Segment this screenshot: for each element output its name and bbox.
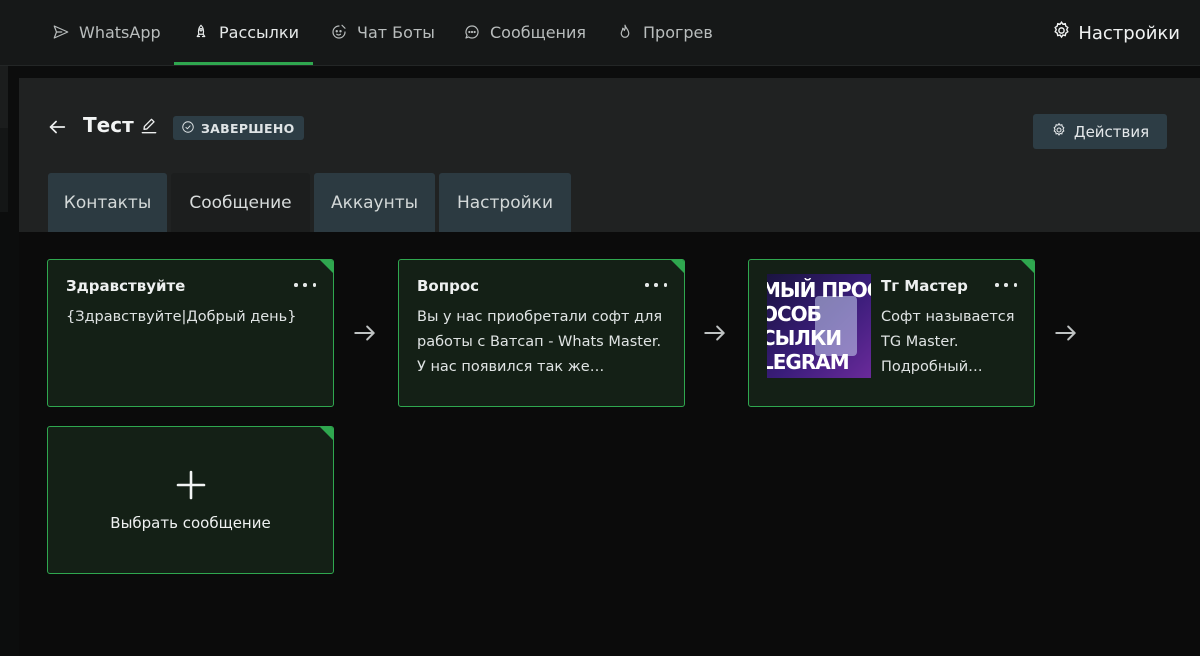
rocket-icon (192, 23, 210, 41)
send-icon (52, 23, 70, 41)
card-corner-marker (320, 427, 333, 440)
status-badge: ЗАВЕРШЕНО (173, 116, 304, 140)
edit-title-button[interactable] (139, 116, 159, 136)
settings-button[interactable]: Настройки (1051, 20, 1180, 46)
nav-item-label: Сообщения (490, 22, 587, 42)
top-navigation: WhatsApp Рассылки Чат Боты Сообщения Про… (0, 0, 1200, 66)
active-nav-indicator (174, 62, 313, 65)
nav-item-whatsapp[interactable]: WhatsApp (52, 0, 161, 64)
bot-icon (330, 23, 348, 41)
arrow-left-icon (46, 120, 68, 142)
add-message-label: Выбрать сообщение (110, 514, 271, 532)
message-text: Вы у нас приобретали софт для работы с В… (417, 309, 663, 375)
tab-label: Аккаунты (330, 192, 419, 213)
back-button[interactable] (46, 116, 68, 138)
message-thumbnail: МЫЙ ПРОСТ ОСОБ СЫЛКИ LEGRAM (767, 274, 871, 378)
chat-icon (463, 23, 481, 41)
settings-label: Настройки (1078, 22, 1180, 44)
tab-label: Сообщение (189, 192, 292, 213)
add-message-card[interactable]: Выбрать сообщение (47, 426, 334, 574)
tab-message[interactable]: Сообщение (171, 173, 310, 232)
sidebar-edge (0, 66, 8, 128)
thumbnail-text: МЫЙ ПРОСТ (767, 278, 871, 302)
arrow-right-icon (352, 320, 378, 346)
page-title: Тест (83, 113, 134, 137)
thumbnail-text: LEGRAM (767, 350, 850, 374)
thumbnail-text: СЫЛКИ (767, 326, 842, 350)
nav-item-label: Рассылки (219, 22, 299, 42)
message-text: Софт называется TG Master. Подробный… (881, 309, 1015, 375)
tab-settings[interactable]: Настройки (439, 173, 571, 232)
arrow-right-icon (1053, 320, 1079, 346)
message-title: Вопрос (417, 277, 480, 295)
nav-item-label: Прогрев (643, 22, 713, 42)
nav-item-mailings[interactable]: Рассылки (192, 0, 299, 64)
status-label: ЗАВЕРШЕНО (201, 120, 295, 136)
message-card[interactable]: МЫЙ ПРОСТ ОСОБ СЫЛКИ LEGRAM Тг Мастер Со… (748, 259, 1035, 407)
nav-item-label: WhatsApp (79, 22, 161, 42)
message-flow-canvas: Здравствуйте {Здравствуйте|Добрый день} … (19, 232, 1200, 656)
message-card[interactable]: Здравствуйте {Здравствуйте|Добрый день} (47, 259, 334, 407)
check-circle-icon (181, 120, 195, 137)
gear-icon (1051, 122, 1067, 142)
tab-accounts[interactable]: Аккаунты (314, 173, 435, 232)
card-corner-marker (1021, 260, 1034, 273)
more-options-icon[interactable] (294, 278, 316, 292)
pencil-icon (139, 118, 159, 140)
gear-icon (1051, 20, 1072, 46)
nav-item-chatbots[interactable]: Чат Боты (330, 0, 435, 64)
message-title: Тг Мастер (881, 277, 968, 295)
actions-button[interactable]: Действия (1033, 114, 1167, 149)
arrow-right-icon (702, 320, 728, 346)
flame-icon (616, 23, 634, 41)
plus-icon (175, 469, 207, 501)
card-corner-marker (320, 260, 333, 273)
tab-label: Контакты (63, 192, 152, 213)
nav-item-warmup[interactable]: Прогрев (616, 0, 713, 64)
thumbnail-text: ОСОБ (767, 302, 822, 326)
more-options-icon[interactable] (645, 278, 667, 292)
card-corner-marker (671, 260, 684, 273)
sidebar-edge-lower (0, 128, 8, 212)
campaign-header: Тест ЗАВЕРШЕНО Действия Контакты Сообщен… (19, 78, 1200, 232)
message-text: {Здравствуйте|Добрый день} (66, 309, 297, 325)
more-options-icon[interactable] (995, 278, 1017, 292)
nav-item-messages[interactable]: Сообщения (463, 0, 586, 64)
tab-contacts[interactable]: Контакты (48, 173, 167, 232)
nav-item-label: Чат Боты (357, 22, 435, 42)
message-title: Здравствуйте (66, 277, 186, 295)
actions-label: Действия (1073, 122, 1150, 141)
tab-label: Настройки (456, 192, 553, 213)
message-card[interactable]: Вопрос Вы у нас приобретали софт для раб… (398, 259, 685, 407)
